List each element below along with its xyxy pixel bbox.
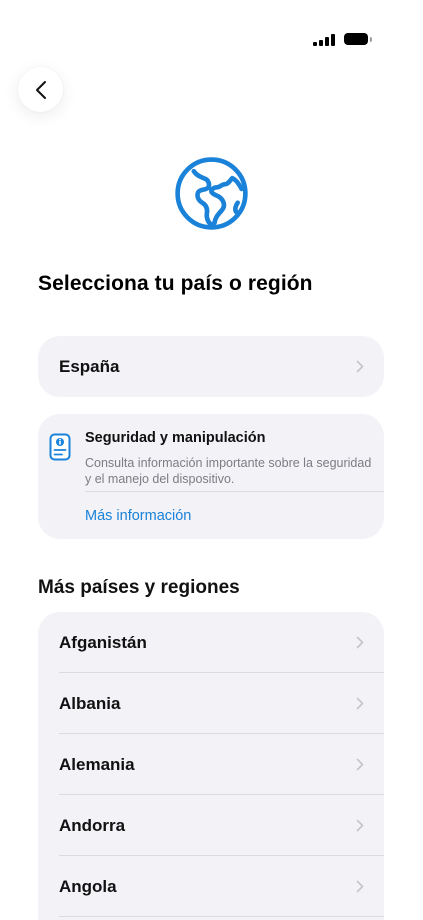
info-card-title: Seguridad y manipulación bbox=[85, 430, 266, 446]
globe-icon bbox=[175, 157, 248, 230]
country-region-screen: Selecciona tu país o región España Segur… bbox=[0, 0, 423, 920]
chevron-right-icon bbox=[356, 636, 364, 648]
country-label: Albania bbox=[59, 693, 121, 713]
country-label: Alemania bbox=[59, 754, 135, 774]
country-row[interactable]: Albania bbox=[38, 673, 384, 734]
country-row[interactable]: Angola bbox=[38, 856, 384, 917]
status-bar bbox=[0, 0, 423, 60]
battery-icon bbox=[344, 33, 368, 45]
country-row[interactable]: Alemania bbox=[38, 734, 384, 795]
country-label: Angola bbox=[59, 876, 117, 896]
divider bbox=[85, 491, 384, 492]
chevron-right-icon bbox=[356, 697, 364, 709]
chevron-right-icon bbox=[356, 880, 364, 892]
battery-cap bbox=[370, 37, 372, 42]
chevron-left-icon bbox=[35, 80, 46, 99]
country-label: España bbox=[59, 356, 120, 376]
country-row-current[interactable]: España bbox=[38, 336, 384, 397]
page-title: Selecciona tu país o región bbox=[38, 272, 313, 295]
document-info-icon bbox=[49, 433, 71, 461]
country-list: Afganistán Albania Alemania Andorra Ango… bbox=[38, 612, 384, 920]
back-button[interactable] bbox=[18, 67, 63, 112]
cellular-signal-icon bbox=[313, 34, 337, 46]
current-country-card: España bbox=[38, 336, 384, 397]
section-title: Más países y regiones bbox=[38, 577, 240, 598]
chevron-right-icon bbox=[356, 819, 364, 831]
chevron-right-icon bbox=[356, 758, 364, 770]
safety-info-card: Seguridad y manipulación Consulta inform… bbox=[38, 414, 384, 539]
info-card-body: Consulta información importante sobre la… bbox=[85, 456, 372, 486]
more-info-link[interactable]: Más información bbox=[85, 508, 191, 524]
country-row[interactable]: Andorra bbox=[38, 795, 384, 856]
divider bbox=[59, 916, 384, 917]
country-label: Andorra bbox=[59, 815, 126, 835]
chevron-right-icon bbox=[356, 360, 364, 372]
country-label: Afganistán bbox=[59, 632, 147, 652]
country-row[interactable]: Afganistán bbox=[38, 612, 384, 673]
